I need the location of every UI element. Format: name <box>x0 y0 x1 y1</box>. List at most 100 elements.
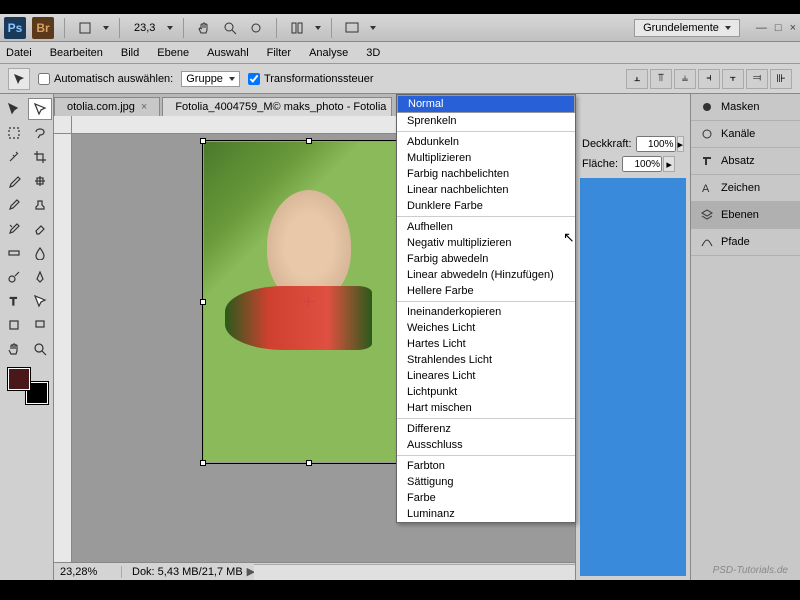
close-tab-icon[interactable]: × <box>141 101 147 113</box>
zoom-value[interactable]: 23,3 <box>130 22 159 34</box>
hand-icon[interactable] <box>194 18 214 38</box>
workspace-dropdown[interactable]: Grundelemente <box>634 19 740 37</box>
dock-zeichen[interactable]: AZeichen <box>691 175 800 202</box>
blend-saettigung[interactable]: Sättigung <box>397 474 575 490</box>
blend-farbig-nachbelichten[interactable]: Farbig nachbelichten <box>397 166 575 182</box>
align-right-icon[interactable]: ⫤ <box>746 69 768 89</box>
align-top-icon[interactable]: ⫠ <box>626 69 648 89</box>
blend-hartes-licht[interactable]: Hartes Licht <box>397 336 575 352</box>
menu-3d[interactable]: 3D <box>366 47 380 59</box>
history-brush-tool[interactable] <box>2 218 26 240</box>
zoom-icon[interactable] <box>220 18 240 38</box>
blend-farbton[interactable]: Farbton <box>397 458 575 474</box>
transform-controls-checkbox[interactable]: Transformationssteuer <box>248 73 374 85</box>
menu-ebene[interactable]: Ebene <box>157 47 189 59</box>
align-hmid-icon[interactable]: ⫟ <box>722 69 744 89</box>
ruler-vertical[interactable] <box>54 134 72 562</box>
blend-farbe[interactable]: Farbe <box>397 490 575 506</box>
pen-tool[interactable] <box>28 266 52 288</box>
menu-bearbeiten[interactable]: Bearbeiten <box>50 47 103 59</box>
healing-tool[interactable] <box>28 170 52 192</box>
stamp-tool[interactable] <box>28 194 52 216</box>
blend-weiches-licht[interactable]: Weiches Licht <box>397 320 575 336</box>
brush-tool[interactable] <box>2 194 26 216</box>
blend-aufhellen[interactable]: Aufhellen <box>397 219 575 235</box>
color-swatches[interactable] <box>8 368 48 404</box>
screen-mode-icon[interactable] <box>342 18 362 38</box>
blend-strahlendes-licht[interactable]: Strahlendes Licht <box>397 352 575 368</box>
ps-logo-icon[interactable]: Ps <box>4 17 26 39</box>
move-tool-indicator[interactable] <box>8 68 30 90</box>
notes-tool[interactable] <box>28 314 52 336</box>
dock-pfade[interactable]: Pfade <box>691 229 800 256</box>
wand-tool[interactable] <box>2 146 26 168</box>
blend-luminanz[interactable]: Luminanz <box>397 506 575 522</box>
type-tool[interactable]: T <box>2 290 26 312</box>
eyedropper-tool[interactable] <box>2 170 26 192</box>
blend-dunklere-farbe[interactable]: Dunklere Farbe <box>397 198 575 214</box>
blend-lichtpunkt[interactable]: Lichtpunkt <box>397 384 575 400</box>
hand-tool[interactable] <box>2 338 26 360</box>
status-doc-size[interactable]: Dok: 5,43 MB/21,7 MB▶ <box>122 565 265 578</box>
blend-abdunkeln[interactable]: Abdunkeln <box>397 134 575 150</box>
rotate-icon[interactable] <box>246 18 266 38</box>
foreground-color-swatch[interactable] <box>8 368 30 390</box>
blend-hart-mischen[interactable]: Hart mischen <box>397 400 575 416</box>
minimize-icon[interactable]: — <box>756 22 767 34</box>
menu-bild[interactable]: Bild <box>121 47 139 59</box>
menu-auswahl[interactable]: Auswahl <box>207 47 249 59</box>
marquee-tool[interactable] <box>2 122 26 144</box>
blend-sprenkeln[interactable]: Sprenkeln <box>397 113 575 129</box>
menu-analyse[interactable]: Analyse <box>309 47 348 59</box>
zoom-tool[interactable] <box>28 338 52 360</box>
blur-tool[interactable] <box>28 242 52 264</box>
path-tool[interactable] <box>28 290 52 312</box>
dodge-tool[interactable] <box>2 266 26 288</box>
fill-input[interactable] <box>622 156 662 172</box>
blend-differenz[interactable]: Differenz <box>397 421 575 437</box>
blend-linear-nachbelichten[interactable]: Linear nachbelichten <box>397 182 575 198</box>
horizontal-scrollbar[interactable] <box>254 564 575 580</box>
maximize-icon[interactable]: □ <box>775 22 782 34</box>
auto-select-checkbox[interactable]: Automatisch auswählen: <box>38 73 173 85</box>
distribute-icon[interactable]: ⊪ <box>770 69 792 89</box>
gradient-tool[interactable] <box>2 242 26 264</box>
blend-multiplizieren[interactable]: Multiplizieren <box>397 150 575 166</box>
tab-2[interactable]: Fotolia_4004759_M© maks_photo - Fotolia <box>162 97 392 116</box>
arrange-icon[interactable] <box>287 18 307 38</box>
blend-normal[interactable]: Normal <box>397 95 575 113</box>
dock-kanaele[interactable]: Kanäle <box>691 121 800 148</box>
tab-1[interactable]: otolia.com.jpg× <box>54 97 160 116</box>
dock-ebenen[interactable]: Ebenen <box>691 202 800 229</box>
blend-ausschluss[interactable]: Ausschluss <box>397 437 575 453</box>
menu-datei[interactable]: Datei <box>6 47 32 59</box>
launch-icon[interactable] <box>75 18 95 38</box>
canvas[interactable] <box>204 142 414 462</box>
fill-flyout-icon[interactable]: ▸ <box>663 156 675 172</box>
close-icon[interactable]: × <box>790 22 796 34</box>
opacity-flyout-icon[interactable]: ▸ <box>677 136 685 152</box>
blend-negativ-multiplizieren[interactable]: Negativ multiplizieren <box>397 235 575 251</box>
menu-filter[interactable]: Filter <box>267 47 291 59</box>
dock-absatz[interactable]: Absatz <box>691 148 800 175</box>
align-bottom-icon[interactable]: ⫨ <box>674 69 696 89</box>
blend-linear-abwedeln[interactable]: Linear abwedeln (Hinzufügen) <box>397 267 575 283</box>
lasso-tool[interactable] <box>28 122 52 144</box>
blend-lineares-licht[interactable]: Lineares Licht <box>397 368 575 384</box>
move-tool[interactable] <box>2 98 26 120</box>
align-vmid-icon[interactable]: ⫪ <box>650 69 672 89</box>
blend-ineinanderkopieren[interactable]: Ineinanderkopieren <box>397 304 575 320</box>
bridge-logo-icon[interactable]: Br <box>32 17 54 39</box>
auto-select-dropdown[interactable]: Gruppe <box>181 71 240 87</box>
dock-masken[interactable]: Masken <box>691 94 800 121</box>
shape-tool[interactable] <box>2 314 26 336</box>
align-left-icon[interactable]: ⫞ <box>698 69 720 89</box>
blend-hellere-farbe[interactable]: Hellere Farbe <box>397 283 575 299</box>
status-zoom[interactable]: 23,28% <box>54 566 122 578</box>
eraser-tool[interactable] <box>28 218 52 240</box>
selection-tool[interactable] <box>28 98 52 120</box>
crop-tool[interactable] <box>28 146 52 168</box>
opacity-input[interactable] <box>636 136 676 152</box>
blend-farbig-abwedeln[interactable]: Farbig abwedeln <box>397 251 575 267</box>
selected-layer[interactable] <box>580 178 686 576</box>
